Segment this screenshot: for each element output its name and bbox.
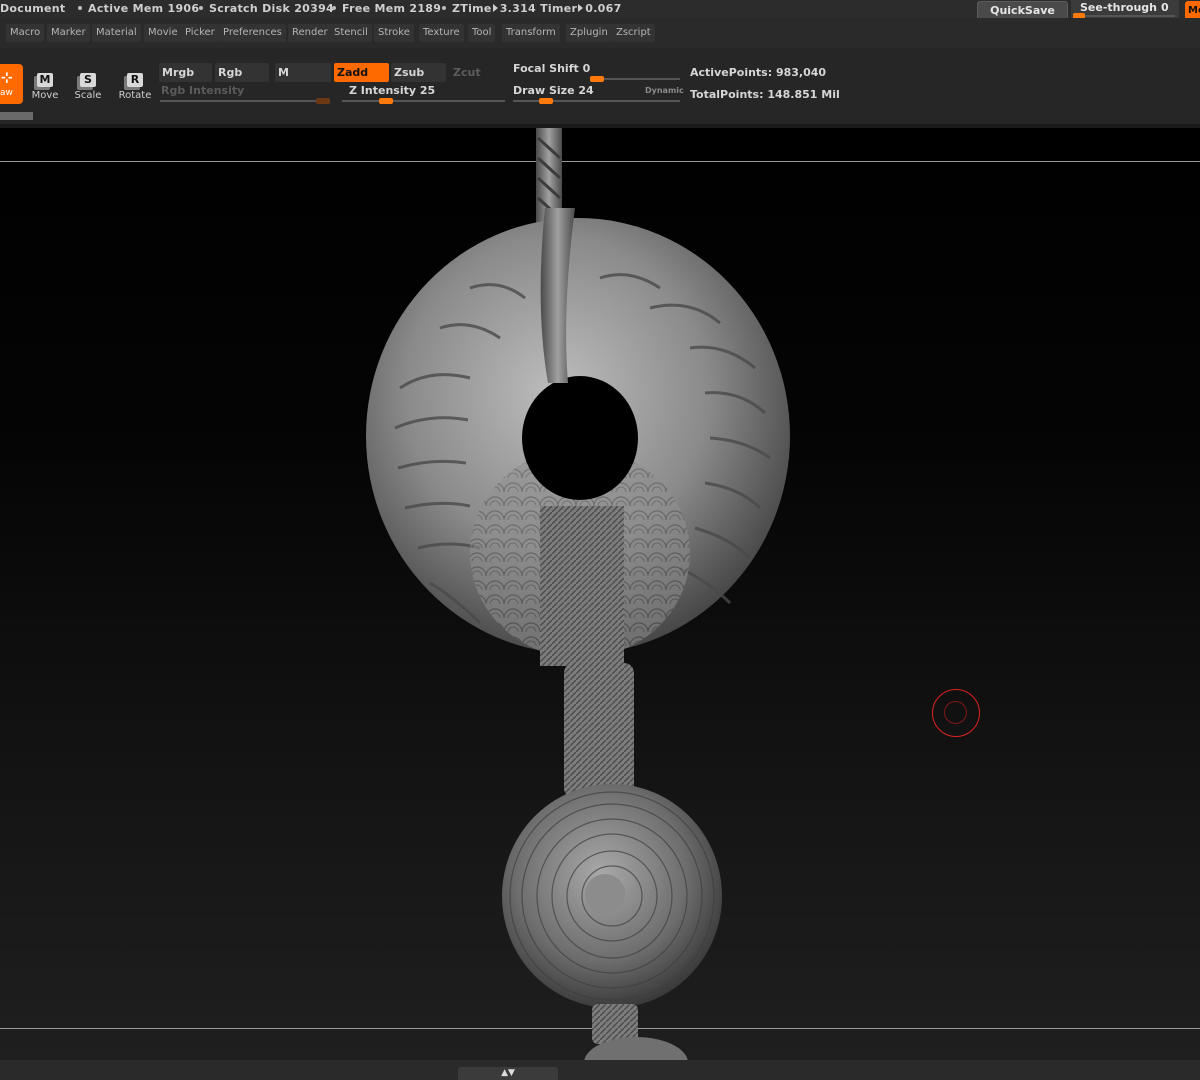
m-button[interactable]: M — [275, 63, 331, 82]
see-through-value: 0 — [1161, 1, 1169, 14]
active-points-value: 983,040 — [775, 66, 827, 79]
document-canvas[interactable] — [0, 128, 1200, 1060]
zcut-button[interactable]: Zcut — [450, 63, 505, 82]
focal-shift-value: 0 — [582, 62, 591, 75]
shelf-scrollbar[interactable] — [0, 112, 33, 120]
z-intensity-track[interactable] — [342, 100, 505, 102]
menu-stencil[interactable]: Stencil — [330, 24, 372, 42]
see-through-track — [1075, 15, 1175, 17]
ztime-label: ZTime — [452, 2, 492, 15]
free-mem-text: Free Mem 2189 — [342, 2, 442, 15]
active-points-label: ActivePoints: — [690, 66, 773, 79]
focal-shift-label: Focal Shift — [513, 62, 579, 75]
active-mem-readout: Active Mem 1906 — [78, 2, 199, 15]
z-intensity-value: 25 — [419, 84, 436, 97]
ztime-readout: ZTime 3.314 Timer 0.067 — [442, 2, 622, 15]
bead-center — [585, 874, 625, 914]
scale-mode-button[interactable]: S Scale — [68, 68, 108, 104]
z-intensity-label: Z Intensity — [349, 84, 417, 97]
menu-zscript[interactable]: Zscript — [612, 24, 655, 42]
bullet-icon — [332, 6, 336, 10]
chevron-down-icon: ▼ — [508, 1068, 515, 1078]
see-through-label: See-through — [1080, 1, 1158, 14]
timer-value: 0.067 — [585, 2, 622, 15]
zsub-button[interactable]: Zsub — [391, 63, 446, 82]
menu-bar: Macro Marker Material Movie Picker Prefe… — [0, 18, 1200, 48]
chevron-up-icon: ▲ — [501, 1068, 508, 1078]
rgb-intensity-track[interactable] — [160, 100, 330, 102]
total-points-label: TotalPoints: — [690, 88, 764, 101]
draw-brush-icon: ⊹ — [1, 70, 13, 86]
move-icon: M — [37, 73, 53, 87]
menu-movie[interactable]: Movie — [144, 24, 182, 42]
bottom-shelf: ▲▼ — [0, 1060, 1200, 1080]
dynamic-toggle[interactable]: Dynamic — [645, 86, 684, 95]
menu-marker[interactable]: Marker — [47, 24, 90, 42]
brush-cursor — [932, 689, 980, 737]
arrow-right-icon — [578, 4, 584, 12]
timer-label: Timer — [540, 2, 578, 15]
rotate-icon: R — [127, 73, 143, 87]
draw-size-value: 24 — [578, 84, 594, 97]
menu-material[interactable]: Material — [92, 24, 141, 42]
draw-size-slider-label: Draw Size 24 — [513, 84, 594, 97]
rgb-button[interactable]: Rgb — [215, 63, 269, 82]
draw-mode-label: aw — [0, 88, 13, 98]
move-label: Move — [31, 90, 59, 101]
draw-mode-button[interactable]: ⊹ aw — [0, 64, 23, 104]
bottom-tray-toggle[interactable]: ▲▼ — [458, 1067, 558, 1080]
menu-preferences[interactable]: Preferences — [219, 24, 286, 42]
focal-shift-slider-label: Focal Shift 0 — [513, 62, 590, 75]
menu-stroke[interactable]: Stroke — [374, 24, 414, 42]
free-mem-readout: Free Mem 2189 — [332, 2, 441, 15]
bullet-icon — [199, 6, 203, 10]
top-shelf: ⊹ aw M Move S Scale R Rotate Mrgb Rgb M … — [0, 48, 1200, 124]
rgb-intensity-label: Rgb Intensity — [161, 84, 245, 97]
neck-wrap — [564, 663, 634, 798]
menu-transform[interactable]: Transform — [502, 24, 560, 42]
brush-cursor-inner — [944, 701, 967, 724]
arrow-right-icon — [492, 4, 498, 12]
zadd-button[interactable]: Zadd — [334, 63, 389, 82]
wrapped-band — [540, 506, 624, 666]
z-intensity-knob[interactable] — [379, 98, 394, 104]
total-points-value: 148.851 Mil — [767, 88, 840, 101]
z-intensity-slider-label: Z Intensity 25 — [349, 84, 435, 97]
scratch-disk-readout: Scratch Disk 20394 — [199, 2, 334, 15]
document-menu[interactable]: Document — [0, 2, 65, 15]
scale-label: Scale — [74, 90, 102, 101]
donut-hole — [522, 376, 638, 500]
bullet-icon — [78, 6, 82, 10]
rgb-intensity-knob[interactable] — [316, 98, 330, 104]
draw-size-label: Draw Size — [513, 84, 575, 97]
menu-zplugin[interactable]: Zplugin — [566, 24, 612, 42]
draw-size-knob[interactable] — [539, 98, 553, 104]
ztime-value: 3.314 — [499, 2, 536, 15]
focal-shift-knob[interactable] — [590, 76, 604, 82]
menu-render[interactable]: Render — [288, 24, 332, 42]
bullet-icon — [442, 6, 446, 10]
move-mode-button[interactable]: M Move — [25, 68, 65, 104]
rotate-label: Rotate — [118, 90, 152, 101]
status-bar: Document Active Mem 1906 Scratch Disk 20… — [0, 0, 1200, 20]
total-points-readout: TotalPoints: 148.851 Mil — [690, 88, 840, 101]
active-points-readout: ActivePoints: 983,040 — [690, 66, 826, 79]
menu-picker[interactable]: Picker — [181, 24, 219, 42]
menu-macro[interactable]: Macro — [6, 24, 45, 42]
rotate-mode-button[interactable]: R Rotate — [115, 68, 155, 104]
active-mem-text: Active Mem 1906 — [88, 2, 200, 15]
mrgb-button[interactable]: Mrgb — [159, 63, 212, 82]
menu-texture[interactable]: Texture — [419, 24, 464, 42]
menu-tool[interactable]: Tool — [468, 24, 496, 42]
scratch-disk-text: Scratch Disk 20394 — [209, 2, 334, 15]
scale-icon: S — [80, 73, 96, 87]
see-through-slider[interactable]: See-through 0 — [1071, 0, 1179, 20]
sculpt-model[interactable] — [0, 128, 1200, 1060]
